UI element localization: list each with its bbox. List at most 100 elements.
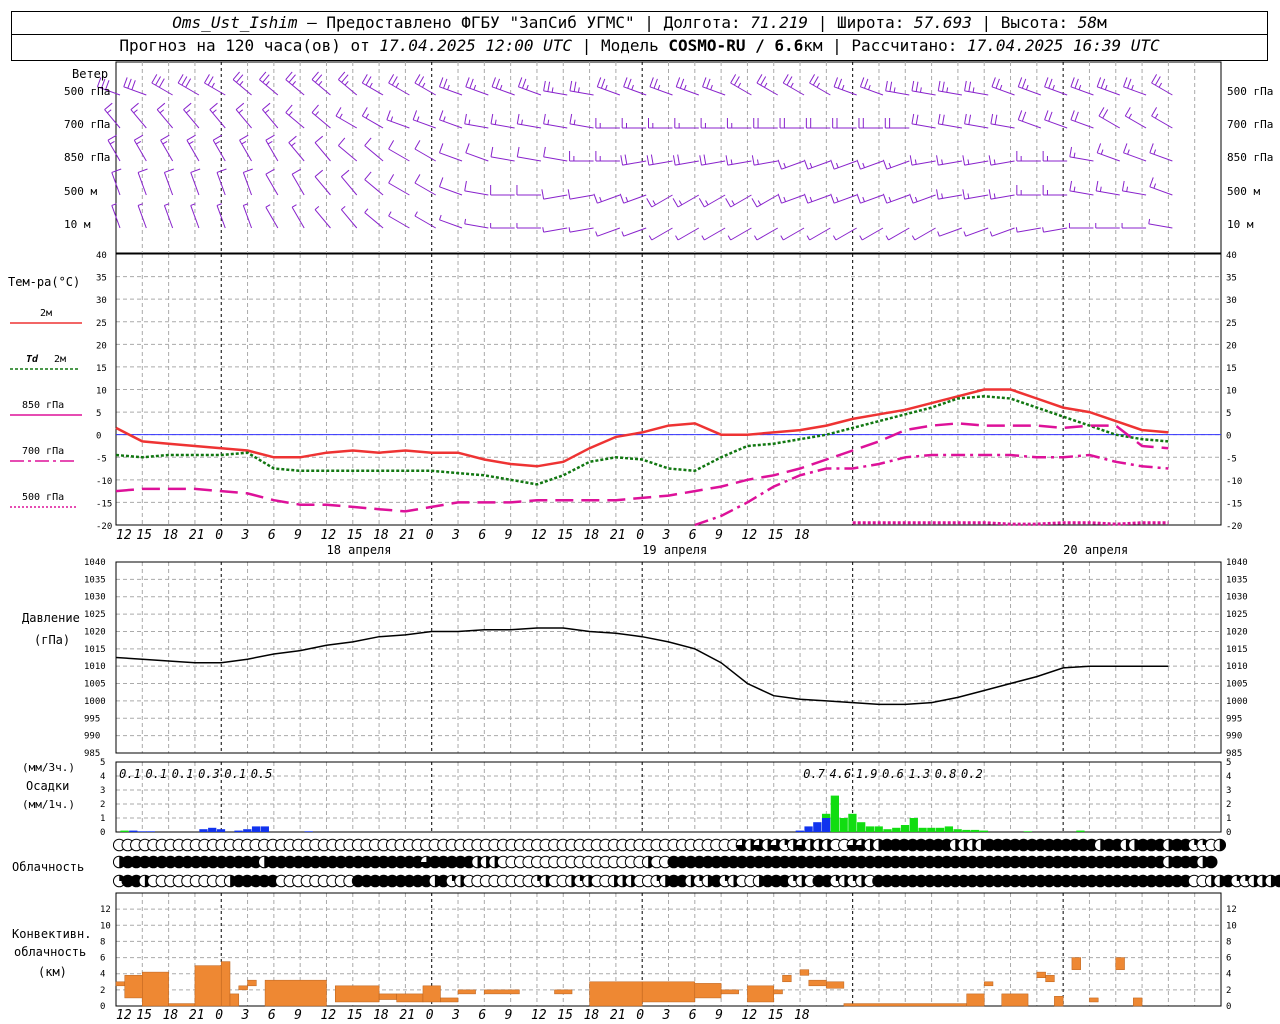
wind-barb-feather <box>443 116 446 122</box>
wind-barb-staff <box>704 227 726 241</box>
wind-barb-feather <box>599 196 602 202</box>
wind-barb-staff <box>388 148 410 162</box>
wind-barb-feather <box>265 134 275 141</box>
wind-barb <box>414 140 436 162</box>
wind-barb <box>186 134 200 162</box>
wind-barb-staff <box>623 227 647 237</box>
wind-barb-feather <box>339 113 343 119</box>
wind-barb-feather <box>495 78 501 89</box>
wind-barb-feather <box>698 198 705 208</box>
temp-xtick: 9 <box>294 528 302 543</box>
wind-barb-feather <box>395 82 400 88</box>
wind-barb-feather <box>782 74 789 84</box>
wind-barb-staff <box>285 112 305 129</box>
wind-barb-staff <box>362 115 384 129</box>
conv-bar <box>799 969 810 976</box>
wind-barb-feather <box>1102 109 1109 119</box>
wind-barb-feather <box>1154 76 1161 86</box>
wind-barb-feather <box>365 76 372 86</box>
wind-barb-feather <box>361 74 368 84</box>
wind-barb-feather <box>1128 113 1132 119</box>
precip-unit-3h: (мм/3ч.) <box>22 761 75 774</box>
wind-barb-feather <box>551 87 554 93</box>
wind-barb-feather <box>941 159 944 165</box>
wind-barb-feather <box>882 159 888 170</box>
wind-barb-feather <box>1153 183 1157 189</box>
wind-barb-feather <box>911 235 916 241</box>
wind-barb-staff <box>651 227 673 241</box>
legend-t500: 500 гПа <box>22 492 64 503</box>
conv-bar <box>229 993 240 1007</box>
conv-xtick: 15 <box>347 1008 363 1023</box>
precip-bar <box>962 829 971 832</box>
wind-barb <box>439 77 463 96</box>
wind-barb-feather <box>1148 218 1151 224</box>
conv-bar <box>142 971 169 1007</box>
wind-barb <box>414 74 436 96</box>
wind-barb-feather <box>1044 77 1049 87</box>
wind-barb-feather <box>803 193 809 204</box>
press-ytick-right: 1015 <box>1226 645 1248 655</box>
wind-barb-feather <box>809 162 813 168</box>
wind-barb-feather <box>418 76 425 86</box>
wind-barb <box>439 110 463 129</box>
legend-t2m: 2м <box>40 308 52 319</box>
wind-barb-staff <box>1125 115 1147 129</box>
t500-line <box>852 521 1169 526</box>
wind-barb-feather <box>830 159 835 170</box>
wind-barb-staff <box>991 227 1015 237</box>
precip-bar <box>909 818 918 832</box>
wind-barb-feather <box>936 155 939 166</box>
temp-ytick-right: 0 <box>1226 432 1231 442</box>
day-label: 19 апреля <box>642 543 707 557</box>
wind-barb-staff <box>835 227 857 241</box>
wind-level-label-left: 500 м <box>64 185 97 198</box>
wind-barb-feather <box>756 74 763 84</box>
wind-barb <box>314 169 331 196</box>
wind-barb-staff <box>1069 156 1094 162</box>
wind-barb <box>1070 77 1094 96</box>
wind-barb-feather <box>1123 77 1128 87</box>
wind-barb <box>517 77 542 96</box>
wind-barb-staff <box>702 86 726 96</box>
wind-barb-feather <box>754 235 758 241</box>
wind-barb-feather <box>204 74 210 84</box>
wind-barb-staff <box>235 109 252 129</box>
conv-bar <box>440 997 459 1003</box>
wind-barb-feather <box>151 74 158 84</box>
wind-barb-staff <box>1098 115 1121 129</box>
conv-ytick-right: 0 <box>1226 1002 1231 1012</box>
wind-barb-feather <box>625 196 629 202</box>
conv-xtick: 6 <box>268 1008 276 1023</box>
wind-barb-feather <box>521 78 527 89</box>
wind-barb-feather <box>1073 152 1076 158</box>
wind-barb-feather <box>1069 146 1073 157</box>
wind-barb-feather <box>130 102 139 110</box>
wind-barb-feather <box>833 77 839 87</box>
wind-barb-feather <box>1070 77 1075 87</box>
conv-xtick: 15 <box>557 1008 573 1023</box>
wind-barb-feather <box>962 155 966 166</box>
precip-bar <box>208 827 217 832</box>
wind-barb-feather <box>1100 149 1104 155</box>
conv-title-a: Конвективн. <box>12 927 91 941</box>
wind-barb-feather <box>627 78 632 89</box>
wind-barb <box>265 204 279 229</box>
convective-panel: 12 12 10 10 8 8 6 6 4 4 2 2 0 0 12 15 18 21 0 3 6 9 12 15 18 21 0 3… <box>12 892 1237 1023</box>
precipitation-panel: 5 5 4 4 3 3 2 2 1 1 0 0 0.1 0.1 0.1 0.3 0.1 0.5 0.7 4.6 1.9 0… <box>22 758 1231 838</box>
wind-barb <box>885 227 910 241</box>
wind-barb-staff <box>756 194 778 208</box>
wind-barb-staff <box>414 82 436 96</box>
wind-barb-feather <box>1096 77 1102 87</box>
conv-bar <box>1054 996 1064 1007</box>
wind-barb-feather <box>215 141 220 145</box>
press-ytick-right: 995 <box>1226 714 1242 724</box>
wind-barb <box>1017 110 1042 129</box>
precip-bar <box>120 830 129 832</box>
wind-barb-feather <box>569 80 573 91</box>
temp-xtick: 18 <box>163 528 179 543</box>
wind-barb-feather <box>465 77 470 87</box>
conv-bar <box>554 989 573 995</box>
wind-barb-feather <box>835 162 839 168</box>
conv-ytick-left: 0 <box>100 1002 105 1012</box>
